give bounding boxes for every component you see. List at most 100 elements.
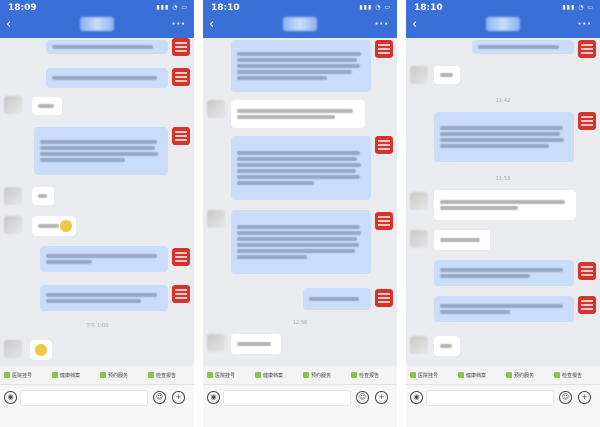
doctor-avatar[interactable] (578, 112, 596, 130)
emoji-icon[interactable]: ☺ (153, 391, 166, 404)
message-bubble (32, 97, 62, 115)
patient-avatar[interactable] (410, 336, 428, 354)
quick-reply-bar: 医院挂号 健康档案 预约服务 检查报告 (406, 366, 600, 384)
timestamp: 下午 1:00 (85, 323, 109, 329)
status-time: 18:10 (414, 3, 443, 13)
plus-icon[interactable]: + (375, 391, 388, 404)
doctor-avatar[interactable] (172, 248, 190, 266)
input-bar: ◉ ☺ + (203, 384, 397, 427)
doctor-avatar[interactable] (375, 289, 393, 307)
more-dots-icon[interactable]: ··· (375, 19, 389, 30)
quick-reply-chip[interactable]: 检查报告 (554, 370, 582, 380)
doctor-avatar[interactable] (375, 40, 393, 58)
contact-name-blurred (486, 17, 520, 31)
patient-avatar[interactable] (410, 66, 428, 84)
chat-header: 18:10 ▮▮▮ ◔ ▭ ‹ ··· (406, 0, 600, 38)
quick-reply-chip[interactable]: 检查报告 (148, 370, 176, 380)
patient-avatar[interactable] (4, 340, 22, 358)
voice-icon[interactable]: ◉ (410, 391, 423, 404)
status-time: 18:10 (211, 3, 240, 13)
input-bar: ◉ ☺ + (406, 384, 600, 427)
message-bubble (46, 40, 168, 54)
doctor-avatar[interactable] (172, 127, 190, 145)
timestamp: 11:53 (495, 176, 511, 182)
emoji-icon[interactable]: ☺ (356, 391, 369, 404)
message-bubble (434, 112, 574, 162)
status-icons: ▮▮▮ ◔ ▭ (156, 4, 188, 11)
message-bubble (434, 190, 576, 220)
message-bubble (434, 296, 574, 322)
quick-reply-chip[interactable]: 检查报告 (351, 370, 379, 380)
quick-reply-chip[interactable]: 医院挂号 (207, 370, 235, 380)
chat-panel-1: 18:09 ▮▮▮ ◔ ▭ ‹ ··· 下午 1:00 医院挂号 健康档案 预约… (0, 0, 194, 427)
more-dots-icon[interactable]: ··· (578, 19, 592, 30)
message-bubble (40, 285, 168, 311)
chat-panel-3: 18:10 ▮▮▮ ◔ ▭ ‹ ··· 11:42 11:53 医院挂号 健康档… (406, 0, 600, 427)
input-bar: ◉ ☺ + (0, 384, 194, 427)
message-bubble (231, 100, 365, 128)
doctor-avatar[interactable] (578, 40, 596, 58)
message-bubble (434, 260, 574, 286)
patient-avatar[interactable] (207, 100, 225, 118)
doctor-avatar[interactable] (375, 136, 393, 154)
thumbs-up-emoji-icon (35, 344, 47, 356)
quick-reply-chip[interactable]: 健康档案 (52, 370, 80, 380)
doctor-avatar[interactable] (172, 68, 190, 86)
contact-name-blurred (80, 17, 114, 31)
doctor-avatar[interactable] (375, 212, 393, 230)
voice-icon[interactable]: ◉ (207, 391, 220, 404)
chevron-left-icon[interactable]: ‹ (412, 18, 417, 31)
timestamp: 12:56 (292, 320, 308, 326)
doctor-avatar[interactable] (578, 262, 596, 280)
more-dots-icon[interactable]: ··· (172, 19, 186, 30)
message-bubble (434, 230, 490, 250)
message-bubble (231, 334, 281, 354)
plus-icon[interactable]: + (172, 391, 185, 404)
timestamp: 11:42 (495, 98, 511, 104)
message-bubble (231, 40, 371, 92)
doctor-avatar[interactable] (172, 38, 190, 56)
contact-name-blurred (283, 17, 317, 31)
quick-reply-chip[interactable]: 健康档案 (458, 370, 486, 380)
quick-reply-bar: 医院挂号 健康档案 预约服务 检查报告 (203, 366, 397, 384)
message-bubble (32, 187, 54, 205)
patient-avatar[interactable] (4, 216, 22, 234)
chat-header: 18:09 ▮▮▮ ◔ ▭ ‹ ··· (0, 0, 194, 38)
message-bubble (34, 127, 168, 175)
quick-reply-chip[interactable]: 预约服务 (303, 370, 331, 380)
quick-reply-chip[interactable]: 预约服务 (506, 370, 534, 380)
message-bubble (46, 68, 168, 88)
voice-icon[interactable]: ◉ (4, 391, 17, 404)
status-icons: ▮▮▮ ◔ ▭ (359, 4, 391, 11)
message-input[interactable] (426, 390, 554, 406)
doctor-avatar[interactable] (578, 296, 596, 314)
chevron-left-icon[interactable]: ‹ (6, 18, 11, 31)
message-input[interactable] (223, 390, 351, 406)
emoji-icon[interactable]: ☺ (559, 391, 572, 404)
quick-reply-chip[interactable]: 医院挂号 (4, 370, 32, 380)
message-input[interactable] (20, 390, 148, 406)
patient-avatar[interactable] (410, 230, 428, 248)
status-icons: ▮▮▮ ◔ ▭ (562, 4, 594, 11)
patient-avatar[interactable] (410, 192, 428, 210)
message-bubble (472, 40, 574, 54)
quick-reply-chip[interactable]: 健康档案 (255, 370, 283, 380)
status-time: 18:09 (8, 3, 37, 13)
plus-icon[interactable]: + (578, 391, 591, 404)
doctor-avatar[interactable] (172, 285, 190, 303)
patient-avatar[interactable] (207, 210, 225, 228)
quick-reply-chip[interactable]: 预约服务 (100, 370, 128, 380)
message-bubble (231, 210, 371, 274)
smile-emoji-icon (60, 220, 72, 232)
message-bubble (40, 246, 168, 272)
patient-avatar[interactable] (4, 96, 22, 114)
message-bubble (434, 336, 460, 356)
message-bubble (231, 136, 371, 200)
patient-avatar[interactable] (207, 334, 225, 352)
chevron-left-icon[interactable]: ‹ (209, 18, 214, 31)
quick-reply-chip[interactable]: 医院挂号 (410, 370, 438, 380)
chat-header: 18:10 ▮▮▮ ◔ ▭ ‹ ··· (203, 0, 397, 38)
message-bubble (303, 288, 371, 310)
patient-avatar[interactable] (4, 187, 22, 205)
chat-panel-2: 18:10 ▮▮▮ ◔ ▭ ‹ ··· 12:56 医院挂号 健康档案 预约服务… (203, 0, 397, 427)
